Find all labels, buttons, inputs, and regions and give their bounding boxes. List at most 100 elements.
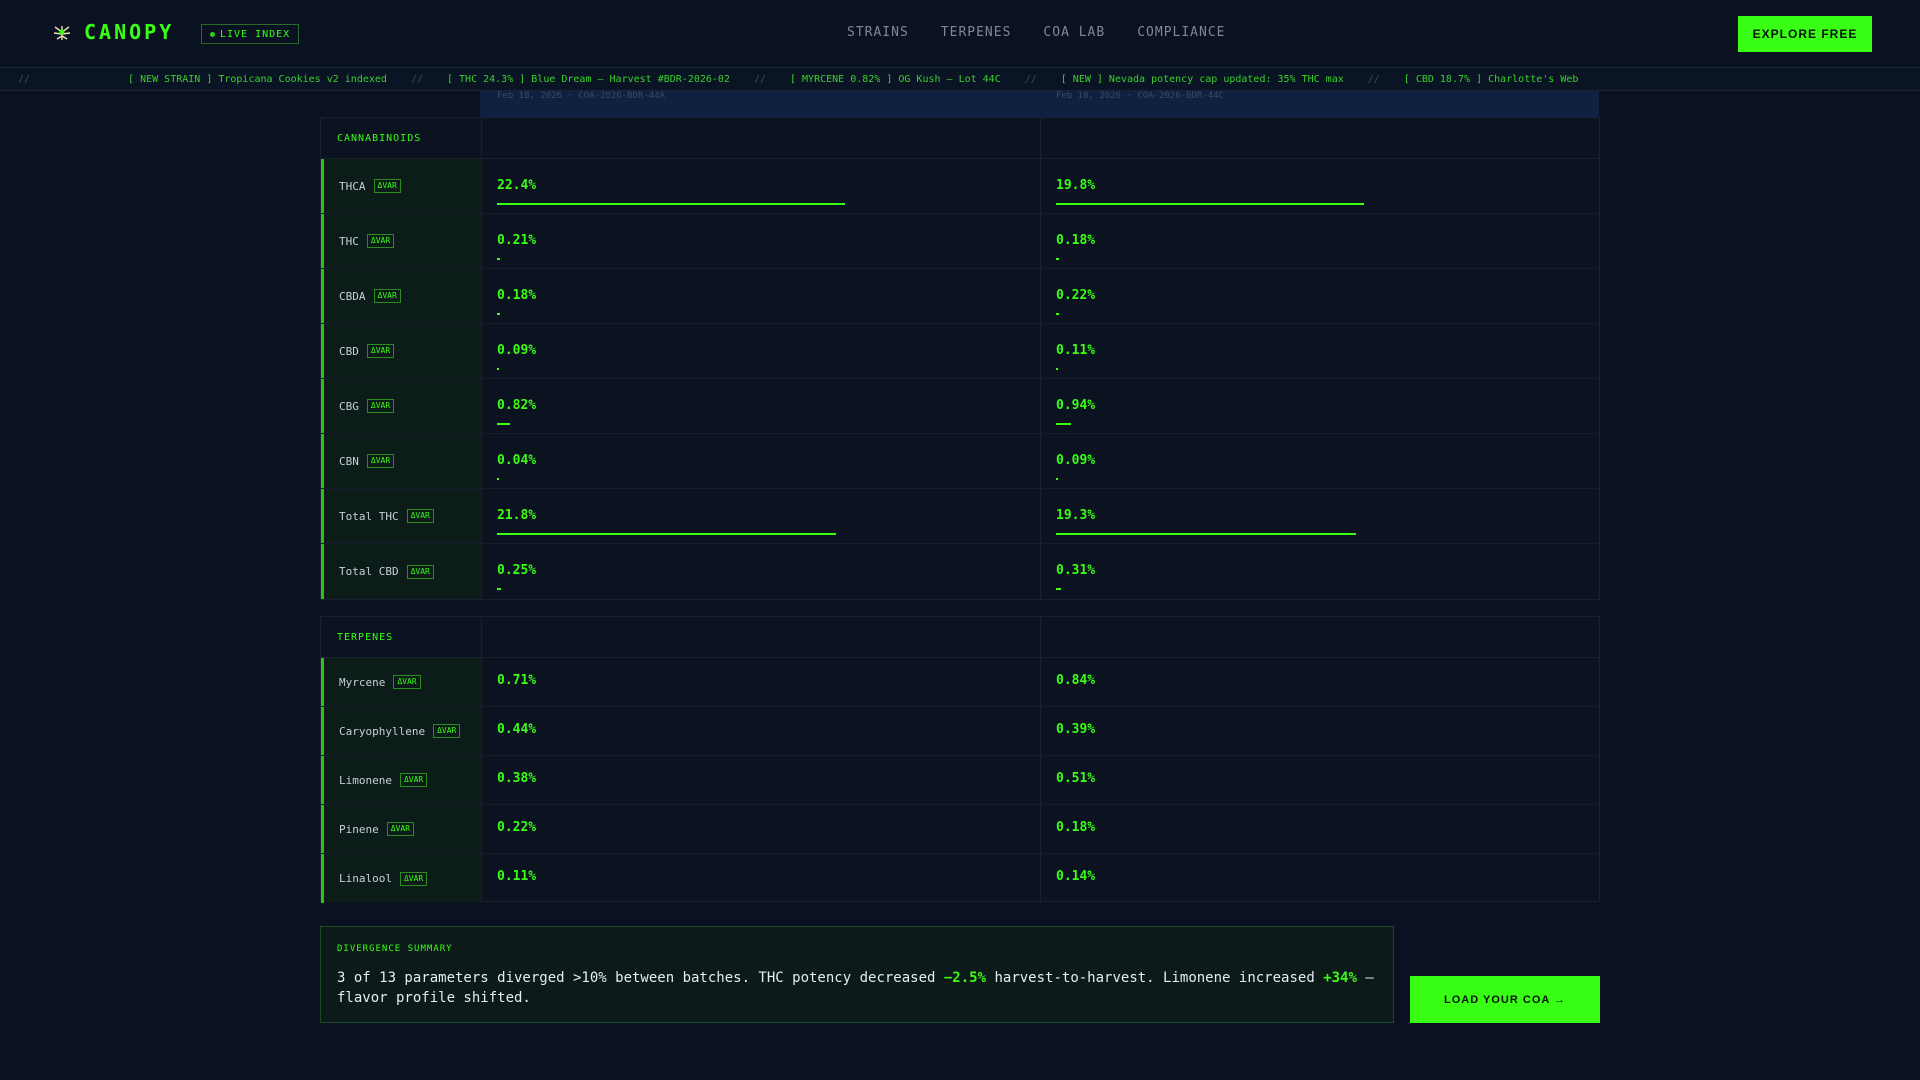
brand-name: CANOPY	[84, 20, 175, 44]
potency-bar	[1056, 368, 1058, 370]
live-index-label: LIVE INDEX	[220, 28, 291, 40]
main-nav: STRAINS TERPENES COA LAB COMPLIANCE	[847, 25, 1226, 40]
terpenes-section: TERPENES Myrcene ΔVAR 0.71% 0.84% Caryophyll…	[320, 616, 1600, 903]
compound-name: CBDA	[339, 289, 366, 303]
potency-bar	[1056, 588, 1061, 590]
batch-a-cell: 0.11%	[497, 854, 1057, 903]
potency-bar	[497, 258, 500, 260]
batch-a-cell: 0.71%	[497, 658, 1057, 706]
batch-a-cell: 0.25%	[497, 544, 1057, 599]
variance-tag[interactable]: ΔVAR	[399, 871, 428, 886]
variance-tag[interactable]: ΔVAR	[366, 234, 395, 248]
data-row[interactable]: Total THC ΔVAR 21.8% 19.3%	[321, 489, 1599, 544]
data-row[interactable]: CBN ΔVAR 0.04% 0.09%	[321, 434, 1599, 489]
batch-a-value: 0.38%	[497, 771, 537, 786]
variance-tag[interactable]: ΔVAR	[406, 509, 434, 523]
variance-tag[interactable]: ΔVAR	[366, 454, 395, 468]
data-row[interactable]: Limonene ΔVAR 0.38% 0.51%	[321, 756, 1599, 805]
data-row[interactable]: CBDA ΔVAR 0.18% 0.22%	[321, 269, 1599, 324]
compound-name: CBG	[339, 399, 359, 413]
ticker-track: // [ NEW STRAIN ] Tropicana Cookies v2 in…	[18, 74, 1602, 85]
cannabinoids-section: CANNABINOIDS THCA ΔVAR 22.4% 19.8% THC ΔVAR 0.…	[320, 117, 1600, 600]
data-row[interactable]: THCA ΔVAR 22.4% 19.8%	[321, 159, 1599, 214]
variance-tag[interactable]: ΔVAR	[373, 289, 401, 303]
nav-strains[interactable]: STRAINS	[847, 25, 909, 40]
data-row[interactable]: Caryophyllene ΔVAR 0.44% 0.39%	[321, 707, 1599, 756]
batch-a-value: 0.11%	[497, 869, 537, 884]
summary-text-part: harvest-to-harvest. Limonene increased	[986, 970, 1324, 986]
variance-tag[interactable]: ΔVAR	[433, 724, 461, 738]
batch-b-value: 0.39%	[1056, 722, 1096, 737]
brand-logo[interactable]: CANOPY	[50, 20, 174, 44]
potency-bar	[497, 368, 499, 370]
nav-compliance[interactable]: COMPLIANCE	[1137, 25, 1225, 40]
data-row[interactable]: Linalool ΔVAR 0.11% 0.14%	[321, 854, 1599, 903]
batch-b-cell: 0.31%	[1056, 544, 1600, 599]
variance-tag[interactable]: ΔVAR	[366, 399, 395, 413]
variance-tag[interactable]: ΔVAR	[366, 344, 395, 358]
batch-b-value: 0.84%	[1056, 673, 1096, 688]
compound-name: Pinene	[339, 822, 379, 836]
top-header: CANOPY LIVE INDEX STRAINS TERPENES COA L…	[0, 0, 1920, 68]
batch-a-cell: 21.8%	[497, 489, 1057, 543]
data-row[interactable]: THC ΔVAR 0.21% 0.18%	[321, 214, 1599, 269]
compound-name: Myrcene	[339, 675, 386, 689]
variance-tag[interactable]: ΔVAR	[393, 675, 421, 689]
nav-terpenes[interactable]: TERPENES	[941, 25, 1012, 40]
ticker-item[interactable]: [ THC 24.3% ] Blue Dream — Harvest #BDR-…	[447, 74, 730, 85]
compound-name: CBN	[339, 454, 359, 468]
live-index-badge: LIVE INDEX	[201, 24, 300, 44]
data-row[interactable]: Pinene ΔVAR 0.22% 0.18%	[321, 805, 1599, 854]
ticker-separator: //	[1024, 74, 1037, 85]
batch-b-cell: 0.94%	[1056, 379, 1600, 433]
variance-tag[interactable]: ΔVAR	[406, 564, 434, 579]
potency-bar	[497, 203, 845, 205]
compound-name: Limonene	[339, 773, 392, 787]
batch-b-value: 0.31%	[1056, 563, 1096, 578]
batch-a-cell: 0.09%	[497, 324, 1057, 378]
batch-a-value: 0.18%	[497, 288, 537, 303]
batch-b-value: 0.09%	[1056, 453, 1096, 468]
batch-b-cell: 0.18%	[1056, 805, 1600, 853]
batch-b-cell: 0.39%	[1056, 707, 1600, 755]
row-label: CBG ΔVAR	[321, 379, 481, 433]
batch-a-cell: 22.4%	[497, 159, 1057, 213]
batch-a-value: 0.82%	[497, 398, 537, 413]
row-label: CBD ΔVAR	[321, 324, 481, 378]
potency-bar	[497, 423, 510, 425]
variance-tag[interactable]: ΔVAR	[399, 773, 428, 787]
data-row[interactable]: Myrcene ΔVAR 0.71% 0.84%	[321, 658, 1599, 707]
batch-b-cell: 0.51%	[1056, 756, 1600, 804]
potency-bar	[497, 533, 836, 535]
variance-tag[interactable]: ΔVAR	[386, 822, 415, 836]
batch-b-meta: Feb 18, 2026 · COA-2026-BDR-44C	[1056, 91, 1224, 101]
ticker-item[interactable]: [ NEW ] Nevada potency cap updated: 35% …	[1061, 74, 1344, 85]
batch-b-cell: 0.22%	[1056, 269, 1600, 323]
batch-a-value: 0.44%	[497, 722, 537, 737]
batch-a-value: 21.8%	[497, 508, 537, 523]
ticker-item[interactable]: [ NEW STRAIN ] Tropicana Cookies v2 inde…	[128, 74, 387, 85]
explore-free-button[interactable]: EXPLORE FREE	[1738, 16, 1872, 52]
batch-header: Feb 18, 2026 · COA-2026-BDR-44A Feb 18, …	[480, 91, 1599, 117]
data-row[interactable]: CBG ΔVAR 0.82% 0.94%	[321, 379, 1599, 434]
potency-bar	[497, 313, 500, 315]
compound-name: Caryophyllene	[339, 724, 426, 738]
potency-bar	[1056, 313, 1059, 315]
batch-a-cell: 0.22%	[497, 805, 1057, 853]
variance-tag[interactable]: ΔVAR	[373, 179, 401, 193]
load-coa-button[interactable]: LOAD YOUR COA →	[1410, 976, 1600, 1023]
potency-bar	[497, 478, 499, 480]
divergence-summary: DIVERGENCE SUMMARY 3 of 13 parameters di…	[320, 926, 1394, 1023]
batch-a-cell: 0.44%	[497, 707, 1057, 755]
ticker-item[interactable]: [ MYRCENE 0.82% ] OG Kush — Lot 44C	[790, 74, 1001, 85]
ticker-item[interactable]: [ CBD 18.7% ] Charlotte's Web	[1404, 74, 1579, 85]
batch-b-cell: 19.8%	[1056, 159, 1600, 213]
nav-coa-lab[interactable]: COA LAB	[1043, 25, 1105, 40]
data-row[interactable]: Total CBD ΔVAR 0.25% 0.31%	[321, 544, 1599, 599]
ticker-separator: //	[1367, 74, 1380, 85]
row-label: Total CBD ΔVAR	[321, 544, 481, 599]
batch-b-cell: 19.3%	[1056, 489, 1600, 543]
data-row[interactable]: CBD ΔVAR 0.09% 0.11%	[321, 324, 1599, 379]
leaf-icon	[53, 26, 71, 40]
batch-b-value: 0.22%	[1056, 288, 1096, 303]
